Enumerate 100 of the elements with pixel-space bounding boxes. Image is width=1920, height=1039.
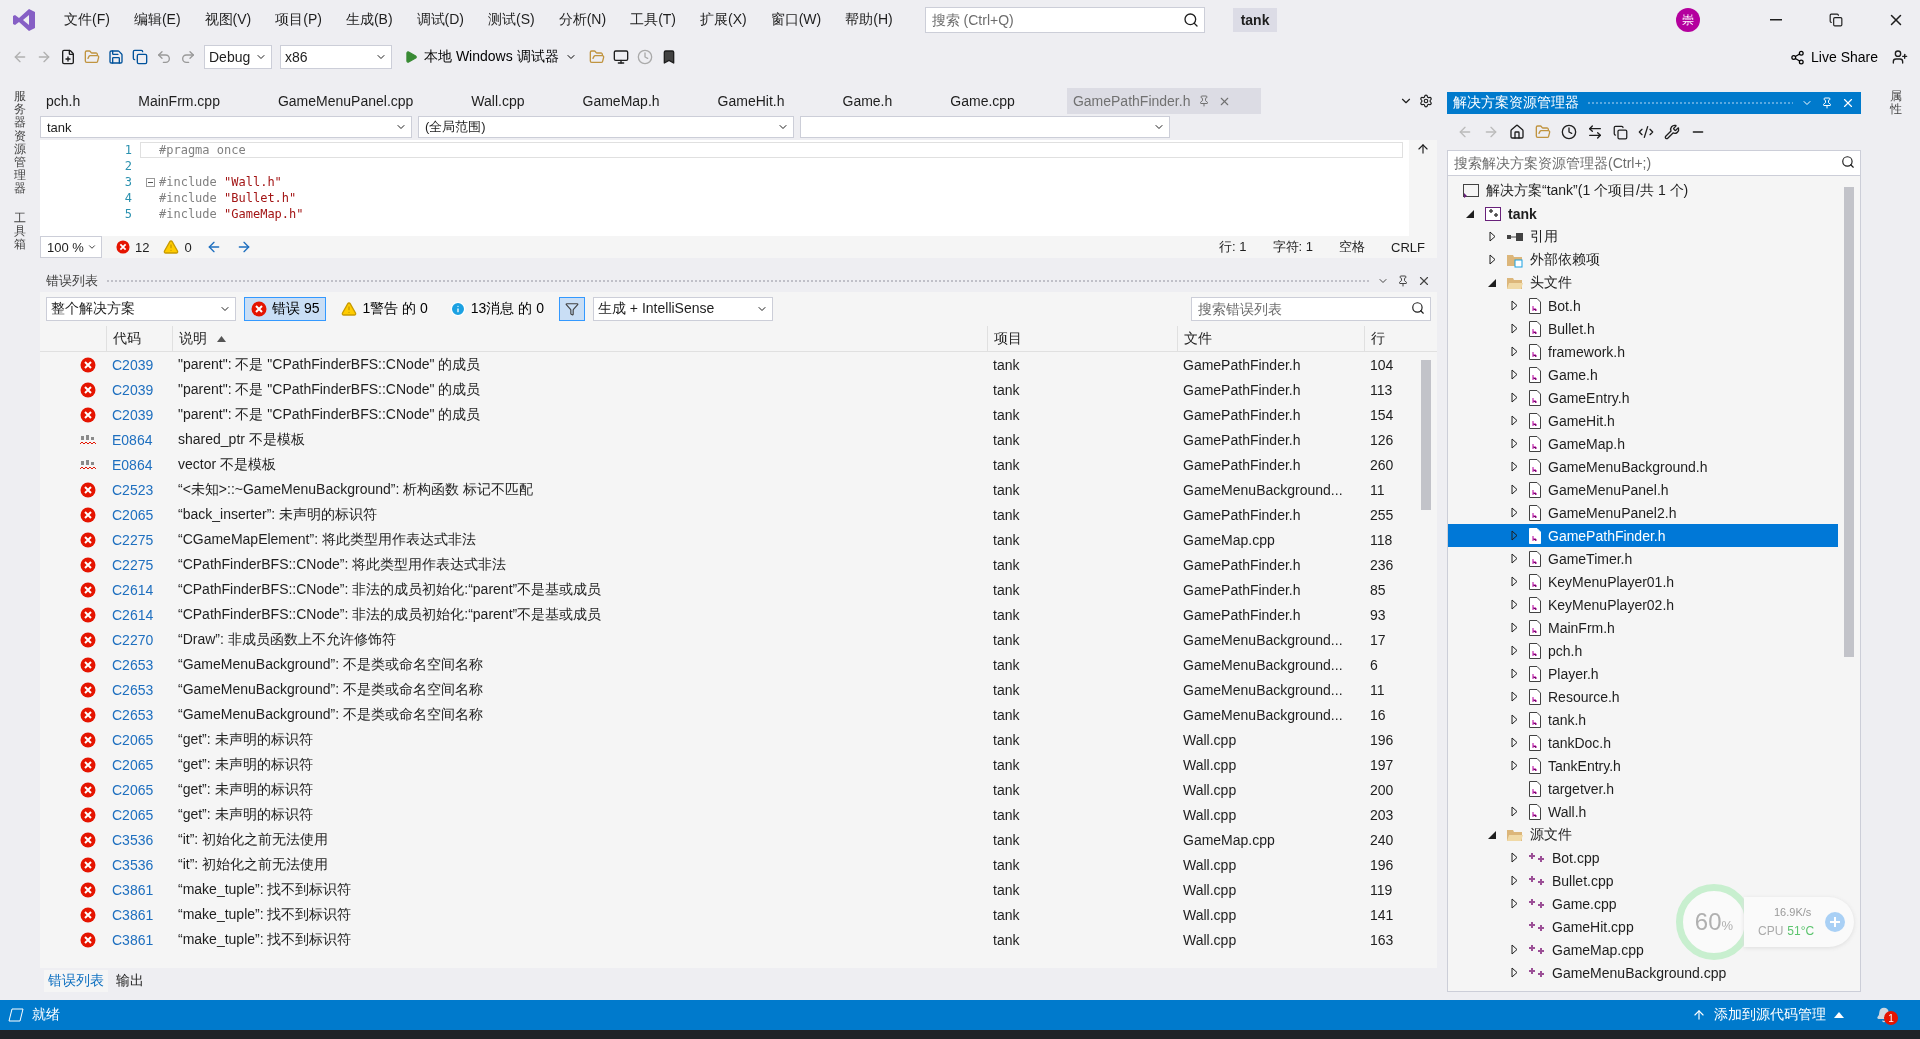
tree-item[interactable]: 头文件 <box>1448 271 1838 294</box>
expand-triangle-icon[interactable] <box>1510 323 1518 334</box>
code-link[interactable]: C2275 <box>106 556 172 573</box>
side-tab[interactable]: 服务器资源管理器 <box>14 90 26 196</box>
tree-item[interactable]: tank.h <box>1448 708 1838 731</box>
save-icon[interactable] <box>108 49 124 65</box>
code-link[interactable]: E0864 <box>106 431 172 448</box>
code-link[interactable]: C3536 <box>106 856 172 873</box>
filter-toggle[interactable]: 1警告 的 0 <box>334 297 435 321</box>
tree-item[interactable]: GameMenuBackground.cpp <box>1448 961 1838 984</box>
panel-tab[interactable]: 错误列表 <box>44 970 108 992</box>
collapse-triangle-icon[interactable] <box>1488 830 1496 839</box>
expand-triangle-icon[interactable] <box>1510 806 1518 817</box>
tree-item[interactable]: GameMenuPanel.h <box>1448 478 1838 501</box>
menu-item[interactable]: 视图(V) <box>194 7 262 33</box>
document-tab[interactable]: pch.h <box>40 88 111 114</box>
code-link[interactable]: E0864 <box>106 456 172 473</box>
expand-triangle-icon[interactable] <box>1510 484 1518 495</box>
collapse-triangle-icon[interactable] <box>1488 278 1496 287</box>
code-link[interactable]: C3861 <box>106 881 172 898</box>
column-header[interactable]: 行 <box>1364 326 1437 351</box>
configuration-dropdown[interactable]: Debug <box>204 45 272 69</box>
code-link[interactable]: C3536 <box>106 831 172 848</box>
tree-item[interactable]: GameTimer.h <box>1448 547 1838 570</box>
search-icon[interactable] <box>1841 155 1855 169</box>
tree-item[interactable]: Bullet.cpp <box>1448 869 1838 892</box>
column-header[interactable]: 文件 <box>1177 326 1364 351</box>
scope-dropdown[interactable]: (全局范围) <box>418 116 794 138</box>
settings-icon[interactable] <box>1419 94 1433 108</box>
tree-item[interactable]: Player.h <box>1448 662 1838 685</box>
close-icon[interactable] <box>1841 96 1855 110</box>
tree-item[interactable]: Bot.h <box>1448 294 1838 317</box>
expand-triangle-icon[interactable] <box>1510 346 1518 357</box>
document-tab[interactable]: Game.h <box>836 88 923 114</box>
new-file-icon[interactable] <box>60 49 76 65</box>
tree-item[interactable]: Bullet.h <box>1448 317 1838 340</box>
code-link[interactable]: C3861 <box>106 906 172 923</box>
expand-triangle-icon[interactable] <box>1510 852 1518 863</box>
source-dropdown[interactable]: 生成 + IntelliSense <box>592 297 773 321</box>
menu-item[interactable]: 生成(B) <box>335 7 403 33</box>
expand-triangle-icon[interactable] <box>1510 737 1518 748</box>
expand-triangle-icon[interactable] <box>1510 967 1518 978</box>
expand-triangle-icon[interactable] <box>1510 300 1518 311</box>
tree-item[interactable]: GameHit.h <box>1448 409 1838 432</box>
document-tab[interactable]: GameHit.h <box>711 88 815 114</box>
document-tab[interactable]: GameMenuPanel.cpp <box>271 88 444 114</box>
menu-item[interactable]: 调试(D) <box>406 7 474 33</box>
expand-triangle-icon[interactable] <box>1510 760 1518 771</box>
expand-triangle-icon[interactable] <box>1510 392 1518 403</box>
document-tab[interactable]: Wall.cpp <box>465 88 555 114</box>
home-icon[interactable] <box>1509 124 1525 140</box>
expand-triangle-icon[interactable] <box>1510 944 1518 955</box>
column-header[interactable]: 代码 <box>106 326 172 351</box>
code-link[interactable]: C2653 <box>106 656 172 673</box>
expand-triangle-icon[interactable] <box>1510 622 1518 633</box>
scope-dropdown[interactable]: 整个解决方案 <box>46 297 236 321</box>
menu-item[interactable]: 窗口(W) <box>760 7 832 33</box>
tree-item[interactable]: tankDoc.h <box>1448 731 1838 754</box>
code-link[interactable]: C2065 <box>106 731 172 748</box>
tree-item[interactable]: tank <box>1448 202 1838 225</box>
menu-item[interactable]: 帮助(H) <box>835 7 903 33</box>
code-link[interactable]: C2039 <box>106 356 172 373</box>
expand-triangle-icon[interactable] <box>1510 898 1518 909</box>
panel-tab[interactable]: 输出 <box>112 970 148 992</box>
search-icon[interactable] <box>1411 301 1425 315</box>
expand-triangle-icon[interactable] <box>1510 461 1518 472</box>
clear-filter-button[interactable] <box>558 297 585 321</box>
column-header[interactable]: 说明 <box>172 326 987 351</box>
source-control-button[interactable]: 添加到源代码管理 <box>1714 1006 1826 1024</box>
live-share-button[interactable]: Live Share <box>1784 47 1884 67</box>
expand-triangle-icon[interactable] <box>1488 231 1496 242</box>
code-link[interactable]: C2065 <box>106 506 172 523</box>
tree-item[interactable]: KeyMenuPlayer01.h <box>1448 570 1838 593</box>
tree-item[interactable]: GameMenuBackground.h <box>1448 455 1838 478</box>
pin-icon[interactable] <box>1821 97 1833 109</box>
project-dropdown[interactable]: tank <box>40 116 412 138</box>
code-link[interactable]: C2614 <box>106 606 172 623</box>
document-tab[interactable]: MainFrm.cpp <box>132 88 250 114</box>
filter-toggle[interactable]: 13消息 的 0 <box>442 297 551 321</box>
tree-item[interactable]: targetver.h <box>1448 777 1838 800</box>
user-add-icon[interactable] <box>1892 49 1908 65</box>
search-icon[interactable] <box>1182 12 1199 28</box>
code-link[interactable]: C2653 <box>106 706 172 723</box>
tree-item[interactable]: 源文件 <box>1448 823 1838 846</box>
collapse-icon[interactable] <box>145 177 155 187</box>
tree-item[interactable]: KeyMenuPlayer02.h <box>1448 593 1838 616</box>
search-field[interactable]: 搜索解决方案资源管理器(Ctrl+;) <box>1447 150 1861 176</box>
search-field[interactable]: 搜索错误列表 <box>1191 297 1431 321</box>
side-tab[interactable]: 属性 <box>1889 90 1902 117</box>
expand-triangle-icon[interactable] <box>1510 668 1518 679</box>
code-icon[interactable] <box>1638 124 1654 140</box>
save-all-icon[interactable] <box>132 49 148 65</box>
column-header[interactable]: 项目 <box>987 326 1177 351</box>
tree-item[interactable]: GameMap.h <box>1448 432 1838 455</box>
tree-item[interactable]: 引用 <box>1448 225 1838 248</box>
expand-triangle-icon[interactable] <box>1510 438 1518 449</box>
code-link[interactable]: C2039 <box>106 381 172 398</box>
user-avatar[interactable]: 崇 <box>1676 8 1700 32</box>
menu-item[interactable]: 编辑(E) <box>123 7 191 33</box>
code-link[interactable]: C2523 <box>106 481 172 498</box>
